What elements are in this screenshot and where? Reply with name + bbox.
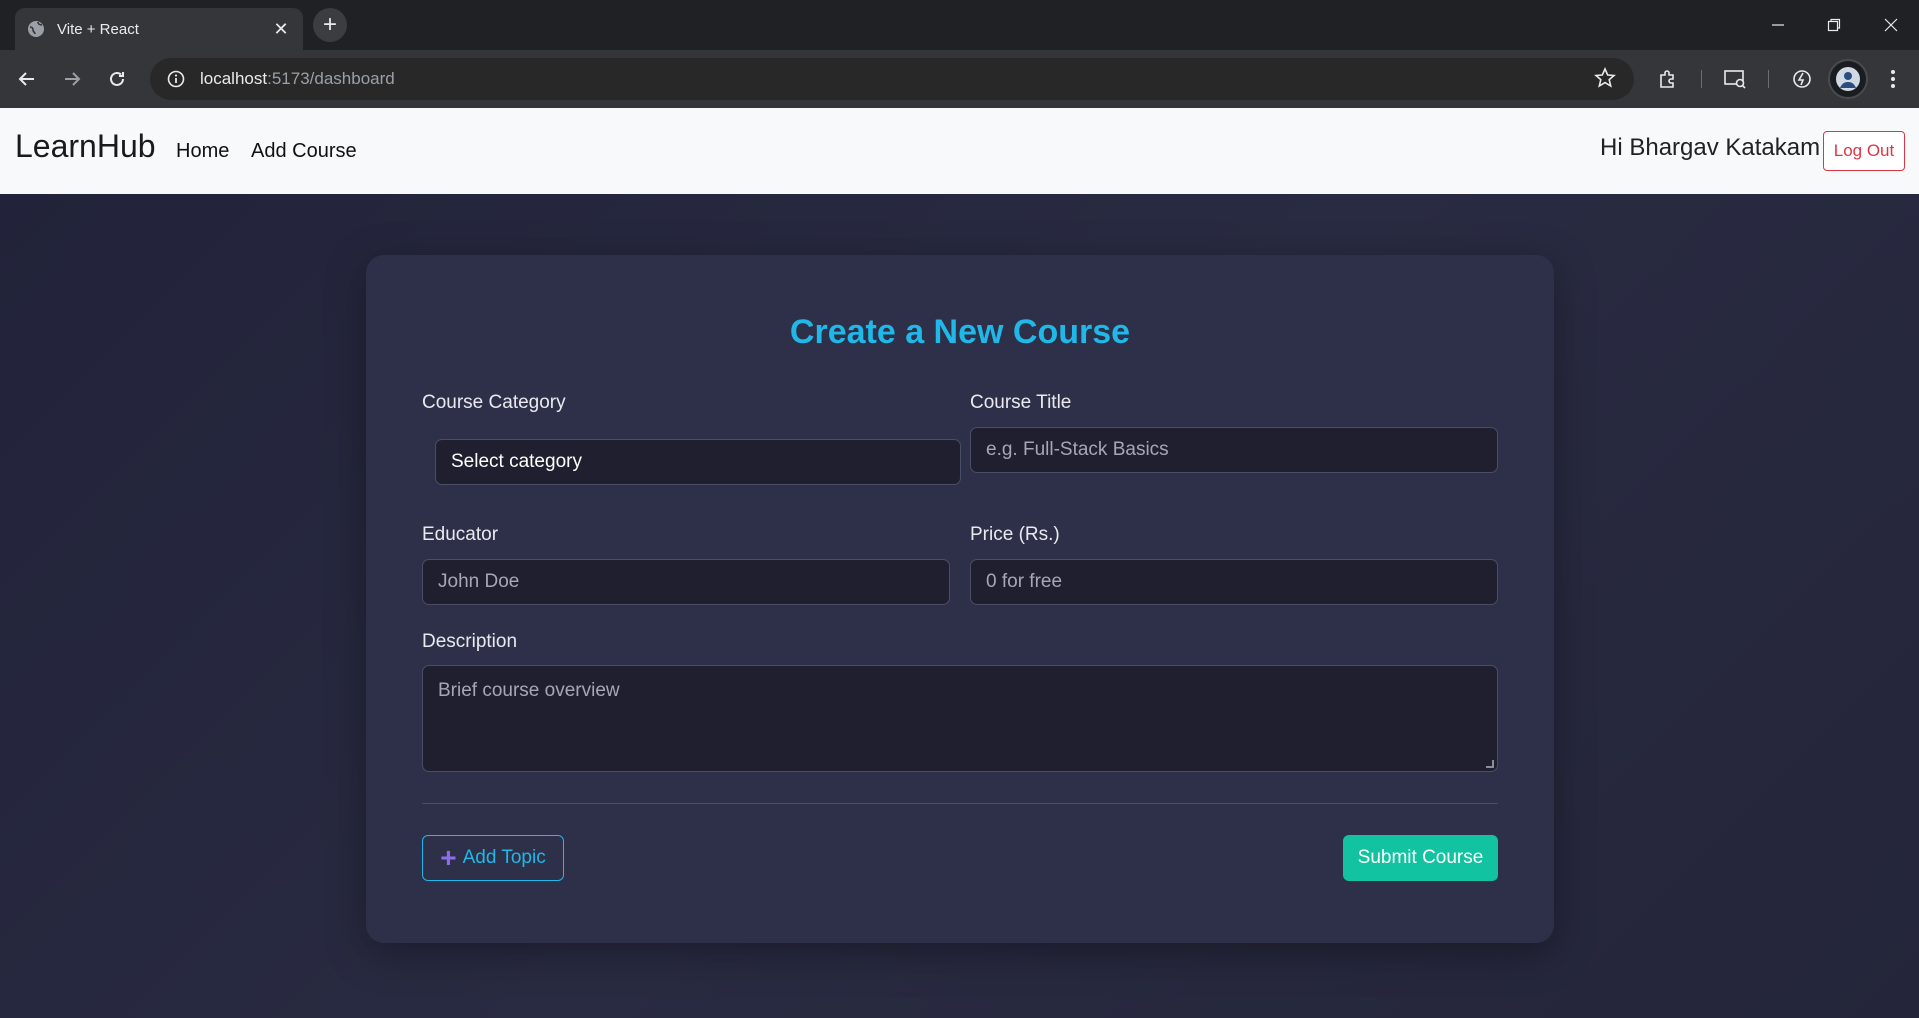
price-input[interactable]: 0 for free [970, 559, 1498, 605]
globe-icon [27, 20, 45, 38]
back-arrow-icon[interactable] [10, 62, 44, 96]
nav-link-home[interactable]: Home [176, 140, 229, 163]
course-title-label: Course Title [970, 392, 1072, 413]
add-topic-label: Add Topic [462, 847, 546, 868]
url-path: :5173/dashboard [267, 69, 395, 88]
brand-logo[interactable]: LearnHub [15, 128, 156, 165]
add-topic-button[interactable]: + Add Topic [422, 835, 564, 881]
url-host: localhost [200, 69, 268, 88]
category-select[interactable]: Select category [435, 439, 961, 485]
toolbar-separator [1701, 70, 1702, 88]
course-title-input[interactable]: e.g. Full-Stack Basics [970, 427, 1498, 473]
user-greeting: Hi Bhargav Katakam [1600, 134, 1821, 161]
reload-icon[interactable] [100, 62, 134, 96]
plus-icon: + [440, 842, 457, 873]
avatar-icon[interactable] [1828, 59, 1868, 99]
address-bar[interactable]: localhost:5173/dashboard [150, 58, 1634, 100]
app-navbar: LearnHub Home Add Course Hi Bhargav Kata… [0, 108, 1919, 194]
forward-arrow-icon[interactable] [55, 62, 89, 96]
site-info-icon[interactable] [164, 67, 188, 91]
window-close-icon[interactable] [1863, 0, 1919, 50]
page-background: Create a New Course Course Category Sele… [0, 194, 1919, 1018]
educator-label: Educator [422, 524, 499, 545]
toolbar-separator [1768, 70, 1769, 88]
category-label: Course Category [422, 392, 566, 413]
new-tab-button[interactable]: + [313, 8, 347, 42]
browser-toolbar: localhost:5173/dashboard [0, 50, 1919, 108]
restore-icon[interactable] [1806, 0, 1862, 50]
logout-button[interactable]: Log Out [1823, 131, 1905, 171]
close-icon[interactable]: ✕ [271, 19, 291, 40]
course-form-card: Create a New Course Course Category Sele… [366, 255, 1554, 943]
extensions-icon[interactable] [1651, 62, 1685, 96]
tab-title: Vite + React [57, 20, 139, 38]
performance-icon[interactable] [1785, 62, 1819, 96]
educator-input[interactable]: John Doe [422, 559, 950, 605]
minimize-icon[interactable] [1750, 0, 1806, 50]
browser-tabstrip: Vite + React ✕ + [0, 0, 1919, 50]
form-title: Create a New Course [789, 313, 1131, 351]
description-placeholder: Brief course overview [438, 680, 620, 701]
resize-handle[interactable] [1486, 760, 1494, 768]
description-textarea[interactable]: Brief course overview [422, 665, 1498, 772]
star-icon[interactable] [1594, 67, 1616, 94]
browser-tab[interactable]: Vite + React ✕ [15, 8, 303, 50]
cast-icon[interactable] [1718, 62, 1752, 96]
url-text: localhost:5173/dashboard [200, 69, 395, 89]
menu-dots-icon[interactable] [1876, 62, 1910, 96]
form-divider [422, 803, 1498, 804]
nav-link-add-course[interactable]: Add Course [251, 140, 357, 163]
price-label: Price (Rs.) [970, 524, 1060, 545]
submit-course-button[interactable]: Submit Course [1343, 835, 1498, 881]
description-label: Description [422, 631, 518, 652]
